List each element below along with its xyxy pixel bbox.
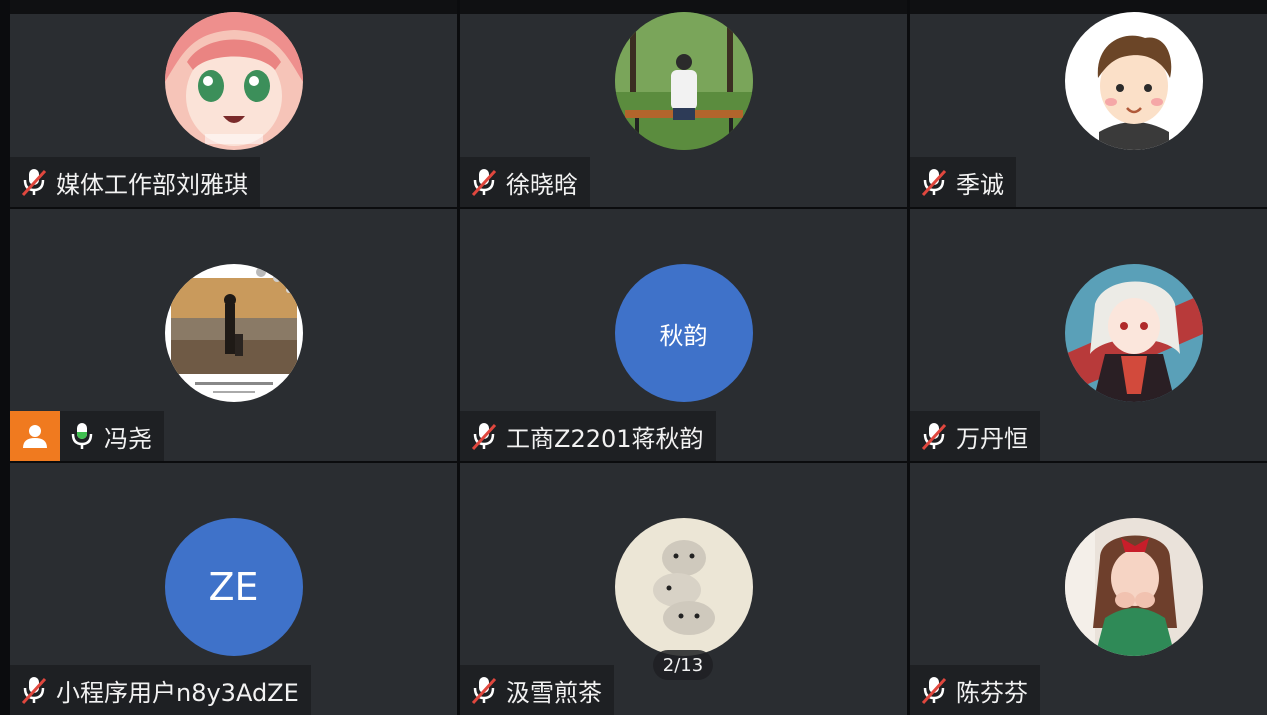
mic-muted-icon (921, 677, 947, 705)
avatar-initials: 秋韵 (659, 321, 708, 350)
participant-name: 冯尧 (104, 424, 152, 453)
name-bar: 小程序用户n8y3AdZE (10, 665, 311, 715)
avatar (1065, 518, 1203, 656)
participant-name: 汲雪煎茶 (506, 678, 602, 707)
avatar (1065, 264, 1203, 402)
participant-tile[interactable]: 陈芬芬 (910, 463, 1267, 715)
participant-tile[interactable]: 季诚 (910, 0, 1267, 207)
name-bar: 徐晓晗 (460, 157, 590, 207)
mic-muted-icon (921, 169, 947, 197)
name-bar: 汲雪煎茶 (460, 665, 614, 715)
name-bar: 媒体工作部刘雅琪 (10, 157, 260, 207)
participant-name: 工商Z2201蒋秋韵 (506, 424, 704, 453)
host-badge (10, 411, 60, 461)
participant-tile[interactable]: 万丹恒 (910, 209, 1267, 461)
cartoon-boy-avatar-icon (1065, 12, 1203, 150)
mic-muted-icon (21, 169, 47, 197)
anime-girl-avatar-icon (164, 12, 303, 150)
avatar (1065, 12, 1203, 150)
participant-tile[interactable]: 冯尧 (10, 209, 457, 461)
avatar (614, 12, 753, 150)
mic-muted-icon (471, 169, 497, 197)
avatar (614, 518, 753, 656)
name-bar: 季诚 (910, 157, 1016, 207)
participant-name: 媒体工作部刘雅琪 (56, 170, 248, 199)
participant-name: 万丹恒 (956, 424, 1028, 453)
mic-muted-icon (921, 423, 947, 451)
avatar-initials: ZE (208, 565, 259, 609)
mic-active-icon (71, 423, 93, 449)
girl-photo-avatar-icon (1065, 518, 1203, 656)
mic-muted-icon (471, 677, 497, 705)
avatar (164, 264, 303, 402)
page-indicator: 2/13 (653, 650, 713, 680)
name-bar: 冯尧 (10, 411, 164, 461)
participant-name: 季诚 (956, 170, 1004, 199)
avatar: 秋韵 (614, 264, 753, 402)
participant-name: 徐晓晗 (506, 170, 578, 199)
participant-grid: 媒体工作部刘雅琪 徐晓晗 季诚 冯尧 秋韵 工商Z2201蒋秋韵 万丹恒 ZE … (10, 0, 1267, 715)
avatar (164, 12, 303, 150)
name-bar: 万丹恒 (910, 411, 1040, 461)
mic-muted-icon (471, 423, 497, 451)
beach-photo-avatar-icon (164, 264, 303, 402)
user-icon (23, 425, 47, 448)
participant-tile[interactable]: 秋韵 工商Z2201蒋秋韵 (460, 209, 907, 461)
avatar: ZE (164, 518, 303, 656)
participant-name: 陈芬芬 (956, 678, 1028, 707)
hamster-avatar-icon (614, 518, 753, 656)
participant-tile[interactable]: 媒体工作部刘雅琪 (10, 0, 457, 207)
name-bar: 陈芬芬 (910, 665, 1040, 715)
participant-name: 小程序用户n8y3AdZE (56, 678, 299, 707)
forest-photo-avatar-icon (614, 12, 753, 150)
participant-tile[interactable]: 徐晓晗 (460, 0, 907, 207)
name-bar: 工商Z2201蒋秋韵 (460, 411, 716, 461)
participant-tile[interactable]: ZE 小程序用户n8y3AdZE (10, 463, 457, 715)
anime-character-avatar-icon (1065, 264, 1203, 402)
mic-muted-icon (21, 677, 47, 705)
